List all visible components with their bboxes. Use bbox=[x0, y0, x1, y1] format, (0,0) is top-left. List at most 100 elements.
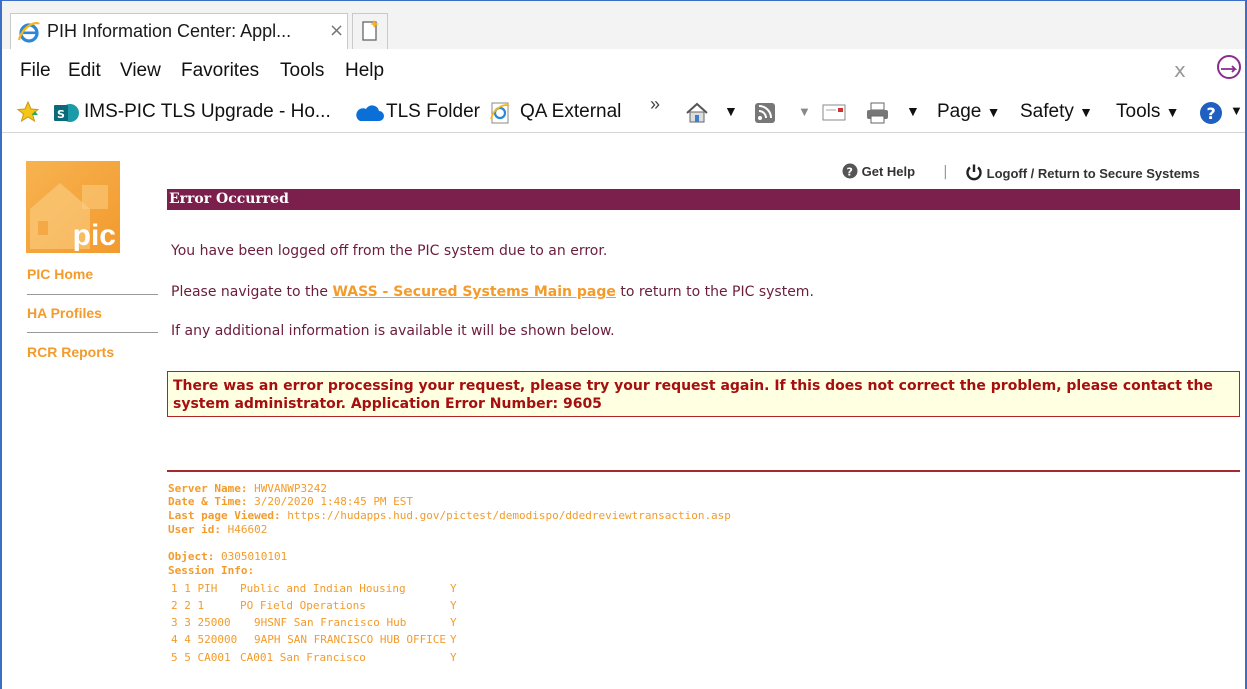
session-row-desc: Public and Indian Housing bbox=[240, 582, 406, 595]
print-icon[interactable] bbox=[864, 101, 892, 125]
rss-dropdown-icon[interactable]: ▼ bbox=[798, 104, 811, 119]
overflow-chevron-icon[interactable]: » bbox=[650, 94, 660, 115]
session-row-flag: Y bbox=[450, 633, 457, 646]
safety-menu-label: Safety bbox=[1020, 101, 1074, 122]
pic-logo-text: pic bbox=[72, 219, 116, 252]
session-row-code: 4 4 520000 bbox=[171, 633, 238, 646]
user-id-label: User id: bbox=[168, 523, 221, 536]
read-mail-icon[interactable] bbox=[822, 104, 848, 122]
question-icon: ? bbox=[842, 163, 858, 179]
debug-divider bbox=[167, 470, 1240, 472]
session-info-line: Session Info: bbox=[168, 564, 254, 577]
session-row-code: 5 5 CA001 bbox=[171, 651, 231, 664]
onedrive-cloud-icon bbox=[356, 105, 384, 121]
nav-divider bbox=[27, 332, 158, 333]
page-dropdown-icon: ▼ bbox=[986, 104, 1001, 120]
tab-title: PIH Information Center: Appl... bbox=[47, 21, 292, 41]
last-page-line: Last page Viewed: https://hudapps.hud.go… bbox=[168, 509, 731, 522]
session-row-desc: 9HSNF San Francisco Hub bbox=[254, 616, 407, 629]
session-row-desc: CA001 San Francisco bbox=[240, 651, 366, 664]
last-page-value: https://hudapps.hud.gov/pictest/demodisp… bbox=[280, 509, 731, 522]
navigate-message-prefix: Please navigate to the bbox=[171, 284, 333, 300]
session-row-code: 3 3 25000 bbox=[171, 616, 231, 629]
favorite-tls-folder[interactable]: TLS Folder bbox=[386, 101, 480, 123]
logoff-link[interactable]: Logoff / Return to Secure Systems bbox=[965, 163, 1200, 181]
session-row-desc: 9APH SAN FRANCISCO HUB OFFICE bbox=[254, 633, 447, 646]
sharepoint-icon: S bbox=[54, 104, 79, 122]
nav-divider bbox=[27, 294, 158, 295]
server-name-line: Server Name: HWVANWP3242 bbox=[168, 482, 327, 495]
server-name-value: HWVANWP3242 bbox=[247, 482, 327, 495]
server-name-label: Server Name: bbox=[168, 482, 248, 495]
session-row-flag: Y bbox=[450, 582, 457, 595]
rss-feed-icon[interactable] bbox=[754, 102, 778, 124]
safety-menu[interactable]: Safety ▼ bbox=[1020, 101, 1093, 123]
menu-favorites[interactable]: Favorites bbox=[181, 60, 259, 82]
navigate-message: Please navigate to the WASS - Secured Sy… bbox=[171, 284, 814, 300]
navigate-message-suffix: to return to the PIC system. bbox=[615, 284, 814, 300]
session-row-flag: Y bbox=[450, 599, 457, 612]
tab-close-icon[interactable]: × bbox=[329, 20, 344, 41]
menu-edit[interactable]: Edit bbox=[68, 60, 101, 82]
svg-text:?: ? bbox=[847, 166, 853, 179]
page-menu-label: Page bbox=[937, 101, 982, 122]
browser-tab-active[interactable]: PIH Information Center: Appl... × bbox=[10, 13, 348, 49]
get-help-link[interactable]: ? Get Help bbox=[842, 163, 915, 179]
nav-rcr-reports[interactable]: RCR Reports bbox=[27, 344, 114, 360]
datetime-label: Date & Time: bbox=[168, 495, 248, 508]
object-label: Object: bbox=[168, 550, 215, 563]
session-row-code: 2 2 1 bbox=[171, 599, 205, 612]
close-window-icon[interactable]: x bbox=[1174, 58, 1186, 82]
menu-bar: File Edit View Favorites Tools Help x bbox=[2, 49, 1245, 93]
ie-logo-icon bbox=[17, 22, 40, 43]
tools-menu[interactable]: Tools ▼ bbox=[1116, 101, 1180, 123]
print-dropdown-icon[interactable]: ▼ bbox=[906, 103, 920, 119]
help-dropdown-icon[interactable]: ▼ bbox=[1230, 103, 1243, 118]
power-icon bbox=[966, 164, 982, 181]
pic-addon-icon[interactable] bbox=[1216, 54, 1242, 80]
datetime-line: Date & Time: 3/20/2020 1:48:45 PM EST bbox=[168, 495, 413, 508]
object-value: 0305010101 bbox=[214, 550, 288, 563]
menu-file[interactable]: File bbox=[20, 60, 51, 82]
wass-main-page-link[interactable]: WASS - Secured Systems Main page bbox=[332, 284, 615, 300]
menu-view[interactable]: View bbox=[120, 60, 161, 82]
page-menu[interactable]: Page ▼ bbox=[937, 101, 1001, 123]
new-tab-icon bbox=[362, 20, 379, 41]
favorite-ims-pic[interactable]: IMS-PIC TLS Upgrade - Ho... bbox=[84, 101, 331, 123]
help-circle-icon[interactable]: ? bbox=[1198, 100, 1224, 126]
session-row-desc: PO Field Operations bbox=[240, 599, 366, 612]
user-id-line: User id: H46602 bbox=[168, 523, 267, 536]
last-page-label: Last page Viewed: bbox=[168, 509, 281, 522]
user-id-value: H46602 bbox=[220, 523, 268, 536]
favorites-star-icon[interactable] bbox=[16, 101, 42, 125]
pic-logo[interactable]: pic bbox=[26, 161, 120, 253]
session-row-flag: Y bbox=[450, 651, 457, 664]
additional-info-message: If any additional information is availab… bbox=[171, 323, 615, 339]
nav-ha-profiles[interactable]: HA Profiles bbox=[27, 305, 102, 321]
error-header-title: Error Occurred bbox=[169, 191, 289, 207]
favorite-qa-external[interactable]: QA External bbox=[520, 101, 621, 123]
error-header-bar: Error Occurred bbox=[167, 189, 1240, 210]
get-help-label: Get Help bbox=[861, 164, 916, 179]
home-icon[interactable] bbox=[684, 101, 710, 125]
home-dropdown-icon[interactable]: ▼ bbox=[724, 103, 738, 119]
safety-dropdown-icon: ▼ bbox=[1079, 104, 1094, 120]
datetime-value: 3/20/2020 1:48:45 PM EST bbox=[247, 495, 414, 508]
logged-off-message: You have been logged off from the PIC sy… bbox=[171, 243, 608, 259]
tools-menu-label: Tools bbox=[1116, 101, 1161, 122]
nav-pic-home[interactable]: PIC Home bbox=[27, 266, 93, 282]
favorites-command-bar: S IMS-PIC TLS Upgrade - Ho... TLS Folder… bbox=[2, 93, 1245, 133]
svg-text:S: S bbox=[57, 108, 65, 121]
browser-window: PIH Information Center: Appl... × File E… bbox=[0, 0, 1247, 689]
new-tab-button[interactable] bbox=[352, 13, 388, 49]
logoff-label: Logoff / Return to Secure Systems bbox=[986, 166, 1200, 181]
menu-tools[interactable]: Tools bbox=[280, 60, 324, 82]
svg-text:?: ? bbox=[1207, 104, 1216, 123]
session-row-code: 1 1 PIH bbox=[171, 582, 218, 595]
ie-page-icon bbox=[490, 102, 510, 124]
session-info-label: Session Info: bbox=[168, 564, 255, 577]
tab-strip: PIH Information Center: Appl... × bbox=[2, 1, 1245, 49]
tools-dropdown-icon: ▼ bbox=[1165, 104, 1180, 120]
session-row-flag: Y bbox=[450, 616, 457, 629]
menu-help[interactable]: Help bbox=[345, 60, 384, 82]
